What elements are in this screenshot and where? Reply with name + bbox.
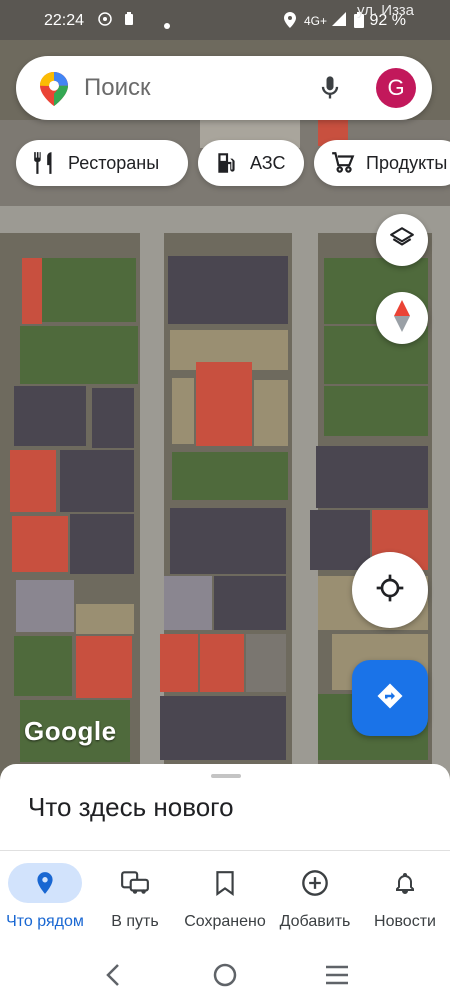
compass-icon — [392, 299, 412, 337]
search-bar[interactable]: Поиск G — [16, 56, 432, 120]
bottom-nav: Что рядом В путь Сохранено Добавить Ново… — [0, 850, 450, 947]
sheet-drag-handle[interactable] — [211, 774, 241, 778]
bottom-sheet[interactable]: Что здесь нового — [0, 764, 450, 860]
back-icon[interactable] — [98, 960, 128, 990]
cart-icon — [330, 150, 356, 176]
compass-button[interactable] — [376, 292, 428, 344]
my-location-icon — [374, 572, 406, 609]
dot-icon — [164, 16, 170, 32]
restaurant-icon — [32, 150, 58, 176]
place-pin-icon — [8, 863, 82, 903]
commute-car-icon — [98, 863, 172, 903]
layers-icon — [389, 225, 415, 256]
signal-icon — [332, 12, 346, 29]
tab-explore[interactable]: Что рядом — [0, 851, 90, 947]
chip-restaurants[interactable]: Рестораны — [16, 140, 188, 186]
network-type: 4G+ — [304, 14, 328, 28]
recents-icon[interactable] — [322, 960, 352, 990]
tab-saved[interactable]: Сохранено — [180, 851, 270, 947]
whatsapp-icon — [98, 12, 112, 29]
bell-icon — [368, 863, 442, 903]
layers-button[interactable] — [376, 214, 428, 266]
gas-station-icon — [214, 150, 240, 176]
location-icon — [284, 12, 296, 31]
street-label: ул. Изза — [357, 2, 414, 19]
chip-groceries[interactable]: Продукты — [314, 140, 450, 186]
maps-logo-icon — [40, 72, 68, 106]
sheet-title: Что здесь нового — [28, 792, 234, 822]
chip-gas-stations[interactable]: АЗС — [198, 140, 304, 186]
bookmark-icon — [188, 863, 262, 903]
google-attribution: Google — [24, 716, 117, 746]
system-nav-bar — [0, 946, 450, 1002]
battery-saver-icon — [124, 12, 134, 29]
tab-updates[interactable]: Новости — [360, 851, 450, 947]
my-location-button[interactable] — [352, 552, 428, 628]
search-input[interactable]: Поиск — [84, 74, 151, 102]
directions-icon — [375, 681, 405, 716]
home-icon[interactable] — [210, 960, 240, 990]
account-avatar[interactable]: G — [376, 68, 416, 108]
tab-go[interactable]: В путь — [90, 851, 180, 947]
tab-contribute[interactable]: Добавить — [270, 851, 360, 947]
status-time: 22:24 — [44, 12, 85, 29]
mic-icon[interactable] — [316, 74, 344, 102]
directions-button[interactable] — [352, 660, 428, 736]
add-circle-icon — [278, 863, 352, 903]
